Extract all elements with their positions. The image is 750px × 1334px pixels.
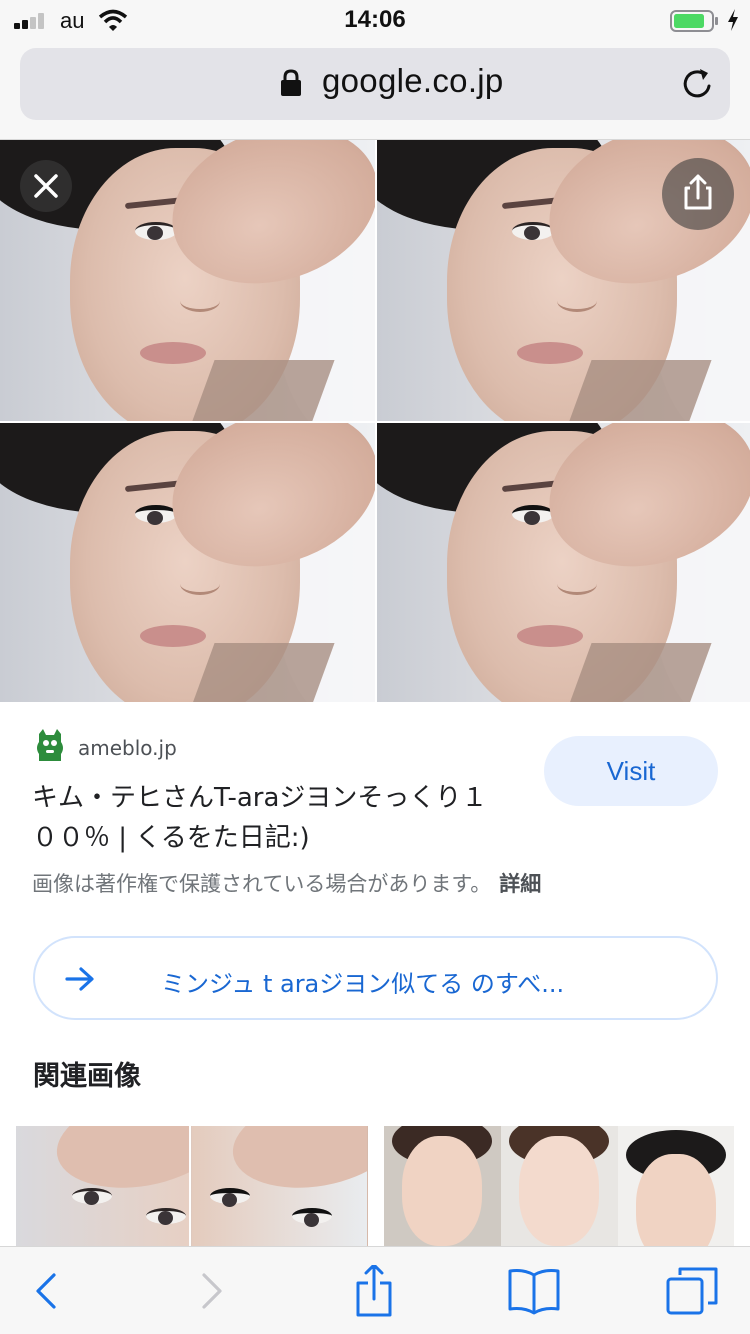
charging-bolt-icon — [728, 9, 738, 31]
photo-panel — [377, 423, 750, 702]
chevron-right-icon[interactable] — [184, 1265, 240, 1317]
related-image-thumbnail[interactable] — [16, 1126, 368, 1246]
browser-toolbar: google.co.jp — [0, 40, 750, 140]
url-text: google.co.jp — [322, 62, 504, 99]
address-bar[interactable]: google.co.jp — [20, 48, 730, 120]
reload-icon[interactable] — [680, 66, 716, 102]
lock-icon — [281, 69, 301, 96]
copyright-notice: 画像は著作権で保護されている場合があります。 詳細 — [32, 868, 541, 898]
share-icon — [684, 174, 712, 210]
details-link[interactable]: 詳細 — [499, 872, 541, 896]
related-search-label: ミンジュ t araジヨン似てる のすべ... — [161, 970, 565, 998]
book-icon[interactable] — [506, 1265, 562, 1317]
photo-panel — [0, 423, 375, 702]
tabs-icon[interactable] — [664, 1265, 720, 1317]
status-bar: au 14:06 — [0, 0, 750, 40]
source-site-name: ameblo.jp — [78, 736, 177, 760]
share-image-button[interactable] — [662, 158, 734, 230]
ameblo-favicon-icon — [37, 729, 63, 761]
visit-button[interactable]: Visit — [544, 736, 718, 806]
copyright-text: 画像は著作権で保護されている場合があります。 — [32, 872, 492, 896]
related-search-button[interactable]: ミンジュ t araジヨン似てる のすべ... — [33, 936, 718, 1020]
close-icon — [34, 174, 58, 198]
source-page-title[interactable]: キム・テヒさんT-araジヨンそっくり１００％ | くるをた日記:) — [32, 778, 512, 858]
close-button[interactable] — [20, 160, 72, 212]
browser-bottom-bar — [0, 1246, 750, 1334]
chevron-left-icon[interactable] — [24, 1265, 80, 1317]
photo-collage — [0, 140, 750, 702]
image-preview[interactable] — [0, 140, 750, 702]
arrow-right-icon — [65, 967, 94, 991]
share-icon[interactable] — [346, 1265, 402, 1317]
status-time: 14:06 — [344, 6, 406, 33]
related-images-heading: 関連画像 — [33, 1061, 141, 1092]
related-image-thumbnail[interactable] — [384, 1126, 734, 1246]
battery-icon — [670, 10, 718, 32]
